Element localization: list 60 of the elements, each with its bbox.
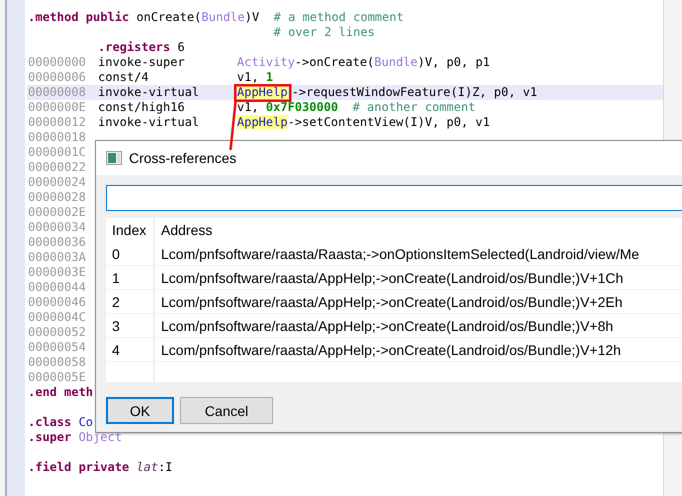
line-address: 00000018 [28,130,87,145]
code-comment: # another comment [352,100,476,114]
code-line: .super Object [28,430,122,445]
line-address: 0000005E [28,370,87,385]
highlight-frame [234,84,292,102]
line-address: 00000024 [28,175,87,190]
column-header[interactable]: Address [155,218,682,242]
table-cell: 2 [106,290,155,314]
ok-button[interactable]: OK [106,397,174,424]
table-cell: Lcom/pnfsoftware/raasta/AppHelp;->onCreate(Landroid/os/Bundle;)V+1Ch [155,266,682,290]
code-line: .field private lat:I [28,460,173,475]
operands: AppHelp ->requestWindowFeature(I)Z, p0, v1 [237,85,538,100]
code-line: .method public onCreate(Bundle)V [28,10,260,25]
leader-line [229,102,237,150]
table-cell: 1 [106,266,155,290]
operands: Activity->onCreate(Bundle)V, p0, p1 [237,55,490,70]
code-comment: # a method comment [274,10,404,25]
opcode: const/4 [98,70,150,85]
line-address: 00000044 [28,280,87,295]
table-cell: Lcom/pnfsoftware/raasta/AppHelp;->onCreate(Landroid/os/Bundle;)V+2Eh [155,290,682,314]
code-line: .registers 6 [98,40,185,55]
operands: AppHelp->setContentView(I)V, p0, v1 [237,115,490,130]
line-address: 00000006 [28,70,87,85]
dialog-title: Cross-references [129,150,236,166]
line-address: 00000008 [28,85,87,100]
cancel-button[interactable]: Cancel [180,397,273,424]
opcode: invoke-super [98,55,186,70]
table-cell: 3 [106,314,155,338]
line-address: 00000028 [28,190,87,205]
line-address: 00000052 [28,325,87,340]
code-comment: # over 2 lines [274,25,375,39]
line-address: 0000003E [28,265,87,280]
opcode: invoke-virtual [98,85,200,100]
line-address: 0000001C [28,145,87,160]
line-address: 00000022 [28,160,87,175]
line-address: 00000034 [28,220,87,235]
filter-field[interactable] [106,185,682,211]
table-cell: 0 [106,242,155,266]
line-address: 0000000E [28,100,87,115]
operands: v1, 0x7F030000 [237,100,338,115]
operands: v1, 1 [237,70,274,85]
line-address: 0000004C [28,310,87,325]
line-address: 00000000 [28,55,87,70]
opcode: const/high16 [98,100,186,115]
column-header[interactable]: Index [106,218,155,242]
window-icon [106,151,122,165]
table-cell: Lcom/pnfsoftware/raasta/AppHelp;->onCreate(Landroid/os/Bundle;)V+12h [155,338,682,362]
line-address: 00000046 [28,295,87,310]
line-address: 00000036 [28,235,87,250]
line-address: 00000012 [28,115,87,130]
table-cell: Lcom/pnfsoftware/raasta/AppHelp;->onCreate(Landroid/os/Bundle;)V+8h [155,314,682,338]
line-address: 00000054 [28,340,87,355]
code-line: .class Co [28,415,94,430]
opcode: invoke-virtual [98,115,200,130]
table-cell: 4 [106,338,155,362]
line-address: 0000003A [28,250,87,265]
table-cell: Lcom/pnfsoftware/raasta/Raasta;->onOptionsItemSelected(Landroid/view/Me [155,242,682,266]
code-line: .end meth [28,385,94,400]
line-address: 0000002E [28,205,87,220]
line-address: 00000058 [28,355,87,370]
